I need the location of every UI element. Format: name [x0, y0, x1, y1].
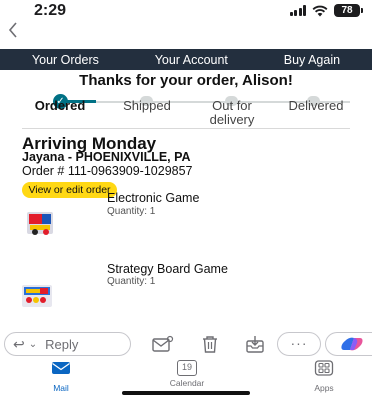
tab-calendar[interactable]: 19 Calendar [157, 360, 217, 388]
apps-icon [314, 360, 334, 376]
mail-action-toolbar: ↩ ⌄ Reply ··· [0, 330, 372, 358]
tab-mail-label: Mail [53, 383, 69, 393]
your-orders-link[interactable]: Your Orders [32, 53, 99, 67]
delete-icon[interactable] [198, 334, 222, 354]
tab-calendar-label: Calendar [169, 378, 205, 388]
item-quantity: Quantity: 1 [107, 206, 156, 217]
copilot-button[interactable] [325, 332, 372, 356]
chevron-left-icon [8, 22, 17, 38]
reply-arrow-icon: ↩ [13, 335, 25, 352]
back-button[interactable] [8, 20, 18, 42]
item-title[interactable]: Strategy Board Game [107, 262, 228, 276]
tab-apps[interactable]: Apps [294, 360, 354, 393]
step-label-ordered: Ordered [34, 98, 86, 113]
status-icons: 78 [289, 4, 363, 17]
step-label-shipped: Shipped [123, 98, 171, 113]
more-options-button[interactable]: ··· [277, 332, 321, 356]
calendar-icon: 19 [177, 360, 197, 376]
status-time: 2:29 [34, 2, 67, 19]
ship-to-address: Jayana - PHOENIXVILLE, PA [22, 150, 191, 164]
tab-mail[interactable]: Mail [31, 360, 91, 393]
status-bar: 2:29 78 [0, 0, 372, 22]
cellular-signal-icon [289, 5, 306, 16]
mark-unread-icon[interactable] [150, 334, 174, 354]
item-quantity: Quantity: 1 [107, 276, 156, 287]
reply-label: Reply [45, 336, 79, 352]
tab-apps-label: Apps [314, 383, 334, 393]
buy-again-link[interactable]: Buy Again [284, 53, 340, 67]
section-divider [22, 128, 350, 129]
mail-icon [52, 362, 70, 374]
calendar-day: 19 [181, 362, 192, 372]
strategy-board-game-image[interactable] [20, 279, 54, 313]
battery-level: 78 [341, 5, 353, 16]
amazon-nav-bar: Your Orders Your Account Buy Again [0, 49, 372, 70]
reply-button[interactable]: ↩ ⌄ Reply [4, 332, 131, 356]
thanks-heading: Thanks for your order, Alison! [79, 72, 293, 89]
step-label-out-for-delivery: Out for delivery [209, 98, 255, 127]
electronic-game-image[interactable] [24, 207, 58, 241]
your-account-link[interactable]: Your Account [155, 53, 228, 67]
step-label-delivered: Delivered [288, 98, 344, 113]
item-title[interactable]: Electronic Game [107, 191, 199, 205]
copilot-icon [341, 337, 363, 351]
home-indicator [122, 391, 250, 395]
move-to-folder-icon[interactable] [243, 334, 267, 354]
view-or-edit-order-button[interactable]: View or edit order [22, 182, 117, 198]
battery-icon: 78 [334, 4, 363, 17]
chevron-down-icon[interactable]: ⌄ [29, 339, 37, 350]
order-number: Order # 111-0963909-1029857 [22, 164, 193, 178]
wifi-icon [312, 5, 328, 16]
